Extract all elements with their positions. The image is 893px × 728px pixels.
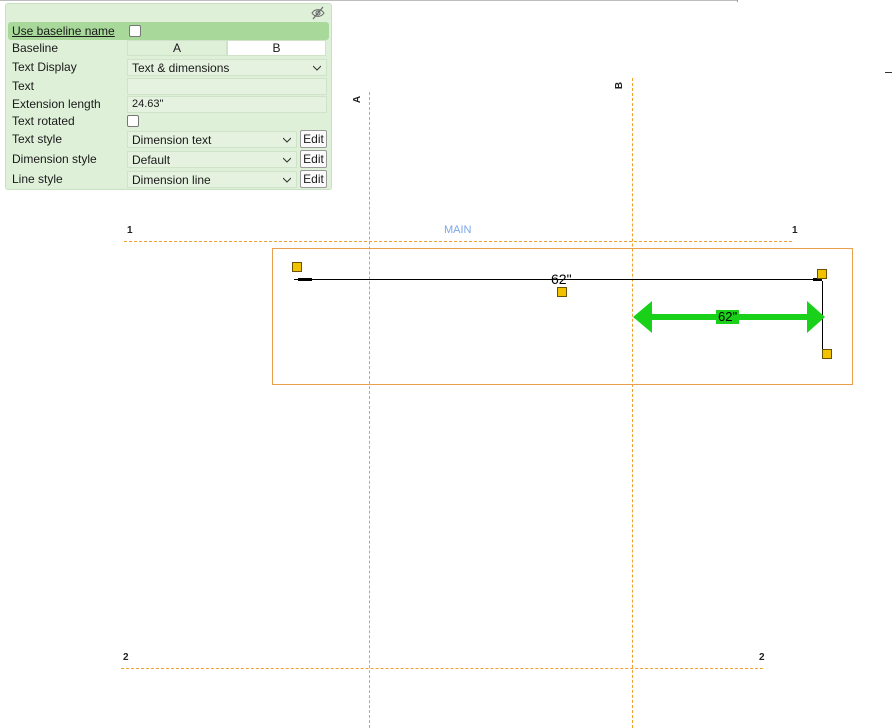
text-label: Text	[12, 79, 35, 93]
dimension-style-select[interactable]: Default	[127, 151, 297, 168]
grid-line-2[interactable]	[121, 668, 763, 669]
chevron-down-icon	[283, 157, 291, 163]
extension-length-label: Extension length	[12, 97, 101, 111]
grid-line-1[interactable]	[124, 241, 792, 242]
use-baseline-name-label[interactable]: Use baseline name	[12, 24, 115, 38]
dimension-tick-left	[298, 278, 312, 281]
use-baseline-name-checkbox[interactable]	[129, 25, 141, 37]
grid-line-b[interactable]	[632, 78, 633, 728]
dimension-style-label: Dimension style	[12, 152, 97, 166]
grid-label-a: A	[352, 95, 364, 104]
dimension-style-value: Default	[132, 153, 171, 167]
dimension-text[interactable]: 62"	[551, 272, 572, 286]
line-style-label: Line style	[12, 172, 63, 186]
line-style-edit-button[interactable]: Edit	[300, 170, 327, 188]
extension-length-row: Extension length 24.63"	[6, 95, 331, 113]
text-rotated-label: Text rotated	[12, 114, 75, 128]
text-style-row: Text style Dimension text Edit	[6, 130, 331, 148]
grid-label-2-left: 2	[123, 652, 129, 663]
baseline-row: Baseline A B	[6, 39, 331, 57]
text-style-value: Dimension text	[132, 133, 212, 147]
text-rotated-row: Text rotated	[6, 112, 331, 130]
grid-label-b: B	[614, 81, 626, 90]
grip-handle-extension[interactable]	[822, 349, 832, 359]
grip-handle-text[interactable]	[557, 287, 567, 297]
grid-label-2-right: 2	[759, 652, 765, 663]
top-border-line	[0, 0, 738, 1]
chevron-down-icon	[313, 65, 321, 71]
selected-dimension-text[interactable]: 62"	[716, 310, 740, 324]
line-style-value: Dimension line	[132, 173, 211, 187]
text-input[interactable]	[127, 78, 327, 95]
text-display-label: Text Display	[12, 60, 77, 74]
text-display-value: Text & dimensions	[132, 61, 230, 75]
eye-slash-icon[interactable]	[311, 6, 325, 20]
chevron-down-icon	[283, 177, 291, 183]
text-style-label: Text style	[12, 132, 63, 146]
line-style-select[interactable]: Dimension line	[127, 171, 297, 188]
text-display-select[interactable]: Text & dimensions	[127, 59, 327, 76]
dimension-style-edit-button[interactable]: Edit	[300, 150, 327, 168]
extension-length-input[interactable]: 24.63"	[127, 96, 327, 113]
text-style-select[interactable]: Dimension text	[127, 131, 297, 148]
grid-label-1-left: 1	[127, 225, 133, 236]
chevron-down-icon	[283, 137, 291, 143]
baseline-option-b[interactable]: B	[227, 40, 326, 56]
use-baseline-name-row: Use baseline name	[8, 22, 329, 40]
text-style-edit-button[interactable]: Edit	[300, 130, 327, 148]
grip-handle-left[interactable]	[292, 262, 302, 272]
dimension-style-row: Dimension style Default Edit	[6, 150, 331, 168]
text-display-row: Text Display Text & dimensions	[6, 58, 331, 76]
grid-label-1-right: 1	[792, 225, 798, 236]
edge-tick	[885, 72, 892, 73]
grid-line-a[interactable]	[369, 92, 370, 728]
grip-handle-right[interactable]	[817, 269, 827, 279]
line-style-row: Line style Dimension line Edit	[6, 170, 331, 188]
baseline-label: Baseline	[12, 41, 59, 55]
text-rotated-checkbox[interactable]	[127, 115, 139, 127]
dimension-properties-panel: Use baseline name Baseline A B Text Disp…	[5, 3, 332, 190]
baseline-option-a[interactable]: A	[127, 40, 227, 56]
text-row: Text	[6, 77, 331, 95]
view-name-label: MAIN	[444, 224, 472, 236]
top-border-end	[737, 0, 738, 2]
